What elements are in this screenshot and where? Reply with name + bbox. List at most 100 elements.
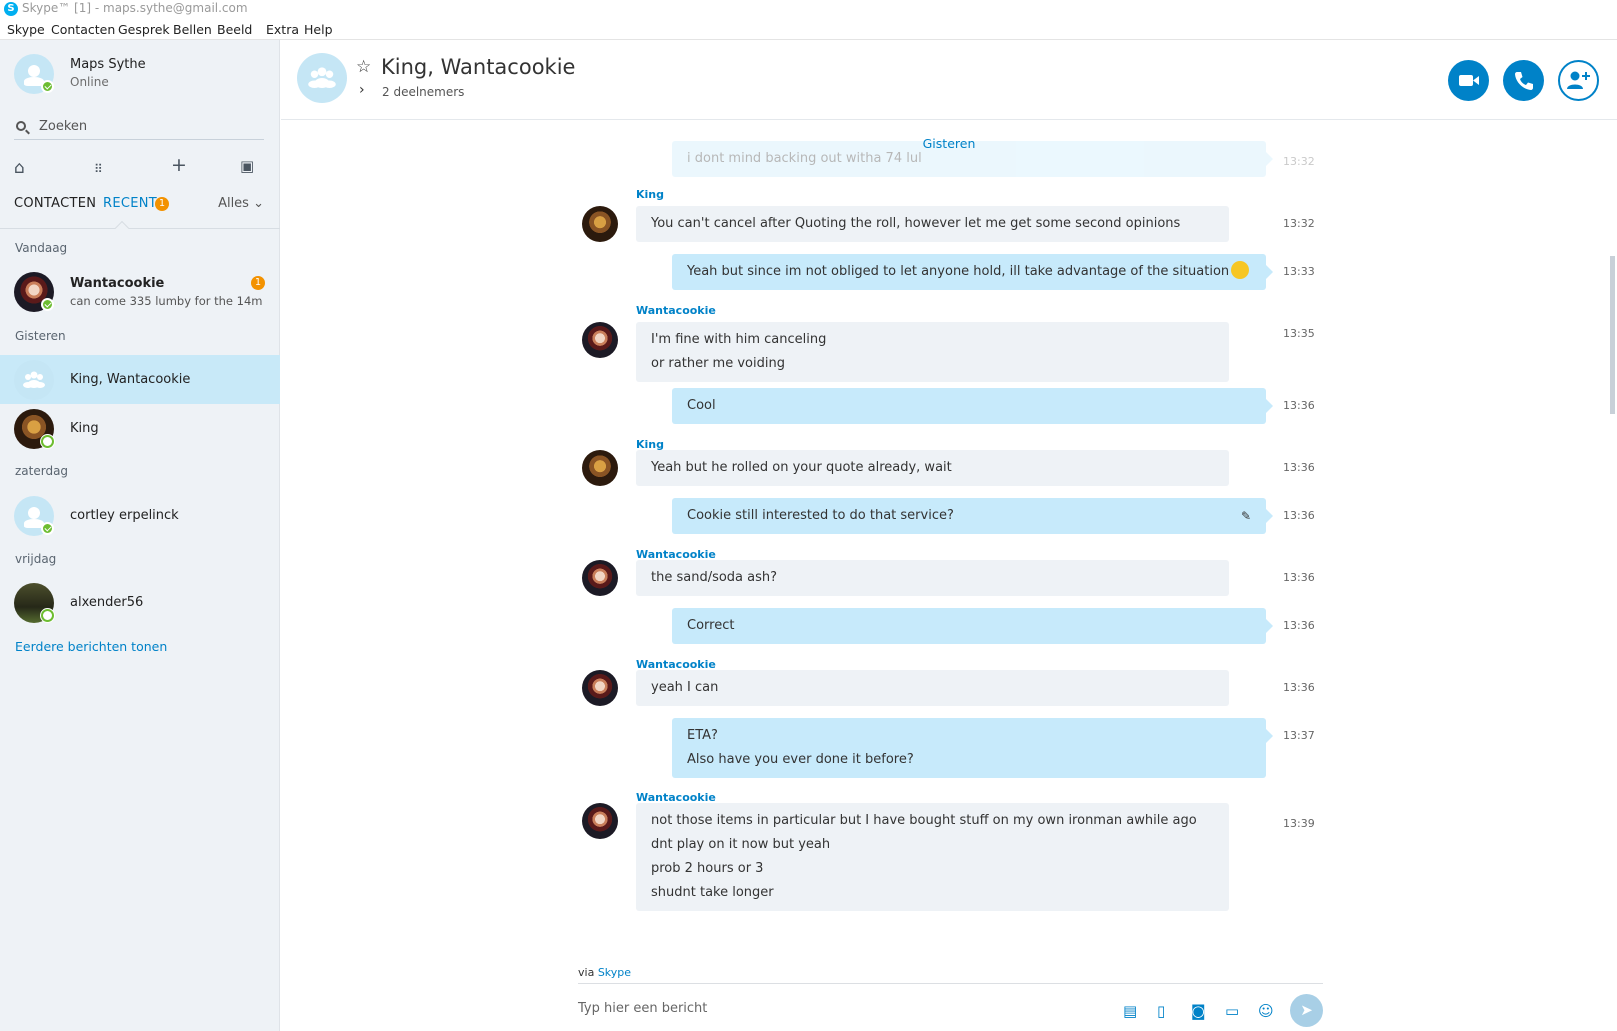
filter-label: Alles	[218, 196, 249, 211]
message-bubble-incoming: not those items in particular but I have…	[636, 803, 1229, 911]
sender-avatar[interactable]	[582, 670, 618, 706]
contact-name: King	[70, 421, 99, 436]
message-text: I'm fine with him canceling	[651, 332, 827, 347]
video-message-icon[interactable]: ◙	[1191, 1002, 1206, 1020]
tab-recent[interactable]: RECENT	[103, 196, 157, 211]
away-status-icon	[41, 609, 54, 622]
search-icon	[16, 121, 26, 131]
chevron-down-icon: ⌄	[253, 196, 264, 211]
message-time: 13:39	[1283, 817, 1315, 830]
message-time: 13:35	[1283, 327, 1315, 340]
add-participant-button[interactable]	[1558, 60, 1599, 101]
group-avatar-icon[interactable]	[297, 53, 347, 103]
menu-gesprek[interactable]: Gesprek	[118, 22, 170, 37]
send-contact-icon[interactable]: ▭	[1225, 1002, 1239, 1020]
message-time: 13:32	[1283, 217, 1315, 230]
message-text: Correct	[687, 618, 735, 633]
media-gallery-icon[interactable]: ▤	[1123, 1002, 1137, 1020]
menu-extra[interactable]: Extra	[266, 22, 299, 37]
message-time: 13:36	[1283, 681, 1315, 694]
message-text: Also have you ever done it before?	[687, 752, 914, 767]
sender-avatar[interactable]	[582, 206, 618, 242]
recent-item-alxender56[interactable]: alxender56	[0, 578, 280, 627]
dialpad-icon[interactable]: ⠿	[94, 162, 103, 176]
menu-bellen[interactable]: Bellen	[173, 22, 212, 37]
recent-item-king[interactable]: King	[0, 404, 280, 453]
chevron-right-icon[interactable]: ›	[359, 82, 365, 98]
message-text: prob 2 hours or 3	[651, 861, 764, 876]
message-bubble-outgoing: Yeah but since im not obliged to let any…	[672, 254, 1273, 290]
message-bubble-outgoing: Cookie still interested to do that servi…	[672, 498, 1273, 534]
favorite-star-icon[interactable]: ☆	[356, 57, 371, 77]
menu-skype[interactable]: Skype	[7, 22, 45, 37]
sender-avatar[interactable]	[582, 450, 618, 486]
skype-logo-icon: S	[4, 2, 18, 16]
bot-icon[interactable]: ▣	[240, 157, 254, 175]
home-icon[interactable]: ⌂	[14, 158, 25, 178]
via-skype-label: via Skype	[578, 966, 632, 979]
message-bubble-incoming: I'm fine with him canceling or rather me…	[636, 322, 1229, 382]
message-text: Yeah but he rolled on your quote already…	[651, 460, 952, 475]
window-title: Skype™ [1] - maps.sythe@gmail.com	[22, 1, 248, 15]
message-text: You can't cancel after Quoting the roll,…	[651, 216, 1181, 231]
conversation-title[interactable]: King, Wantacookie	[381, 55, 575, 79]
emoticon-icon[interactable]: ☺	[1258, 1002, 1274, 1020]
send-button[interactable]: ➤	[1290, 994, 1323, 1027]
menu-contacten[interactable]: Contacten	[51, 22, 115, 37]
add-icon[interactable]: +	[171, 154, 187, 176]
filter-dropdown[interactable]: Alles ⌄	[218, 196, 264, 211]
message-bubble-outgoing: ETA? Also have you ever done it before?	[672, 718, 1273, 778]
search-box[interactable]: Zoeken	[14, 112, 264, 140]
participants-count[interactable]: 2 deelnemers	[382, 85, 464, 99]
send-file-icon[interactable]: ▯	[1157, 1002, 1165, 1020]
video-camera-icon	[1459, 75, 1479, 86]
tab-contacten[interactable]: CONTACTEN	[14, 196, 96, 211]
show-older-messages-link[interactable]: Eerdere berichten tonen	[15, 639, 167, 654]
message-bubble-outgoing: Correct	[672, 608, 1273, 644]
unread-badge: 1	[251, 276, 265, 290]
video-call-button[interactable]	[1448, 60, 1489, 101]
recent-item-cortley[interactable]: cortley erpelinck	[0, 491, 280, 540]
message-bubble-incoming: the sand/soda ash?	[636, 560, 1229, 596]
window-titlebar: S Skype™ [1] - maps.sythe@gmail.com	[0, 0, 1617, 18]
sender-avatar[interactable]	[582, 803, 618, 839]
sender-avatar[interactable]	[582, 322, 618, 358]
section-saturday: zaterdag	[15, 464, 69, 478]
via-skype-link[interactable]: Skype	[598, 966, 631, 979]
message-bubble-outgoing: Cool	[672, 388, 1273, 424]
message-list[interactable]: i dont mind backing out witha 74 lul 13:…	[281, 121, 1617, 921]
my-status[interactable]: Online	[70, 75, 109, 89]
online-status-icon	[41, 80, 54, 93]
smiley-emoticon-icon	[1231, 261, 1250, 279]
add-person-icon	[1567, 71, 1590, 89]
message-sender: Wantacookie	[636, 304, 716, 317]
group-avatar-icon	[14, 360, 54, 400]
message-input[interactable]: Typ hier een bericht	[578, 1001, 707, 1016]
sender-avatar[interactable]	[582, 560, 618, 596]
my-name[interactable]: Maps Sythe	[70, 57, 146, 72]
message-text: or rather me voiding	[651, 356, 785, 371]
conversation-header: ☆ King, Wantacookie › 2 deelnemers	[281, 40, 1617, 120]
message-text: dnt play on it now but yeah	[651, 837, 831, 852]
section-yesterday: Gisteren	[15, 329, 66, 343]
menu-beeld[interactable]: Beeld	[217, 22, 252, 37]
recent-item-king-wantacookie[interactable]: King, Wantacookie	[0, 355, 280, 404]
phone-icon	[1515, 72, 1533, 90]
contact-name: alxender56	[70, 595, 144, 610]
message-text: Yeah but since im not obliged to let any…	[687, 260, 1251, 284]
message-time: 13:32	[1283, 155, 1315, 168]
message-bubble-incoming: You can't cancel after Quoting the roll,…	[636, 206, 1229, 242]
message-text: Cookie still interested to do that servi…	[687, 508, 954, 523]
message-bubble-incoming: yeah I can	[636, 670, 1229, 706]
recent-item-wantacookie[interactable]: Wantacookie can come 335 lumby for the 1…	[0, 263, 280, 312]
message-text: shudnt take longer	[651, 885, 774, 900]
edited-pencil-icon[interactable]: ✎	[1241, 504, 1251, 528]
message-text: not those items in particular but I have…	[651, 813, 1197, 828]
away-status-icon	[41, 435, 54, 448]
section-today: Vandaag	[15, 241, 68, 255]
menu-help[interactable]: Help	[304, 22, 333, 37]
audio-call-button[interactable]	[1503, 60, 1544, 101]
message-scrollbar[interactable]	[1610, 256, 1615, 414]
message-text: Cool	[687, 398, 716, 413]
message-text: yeah I can	[651, 680, 719, 695]
